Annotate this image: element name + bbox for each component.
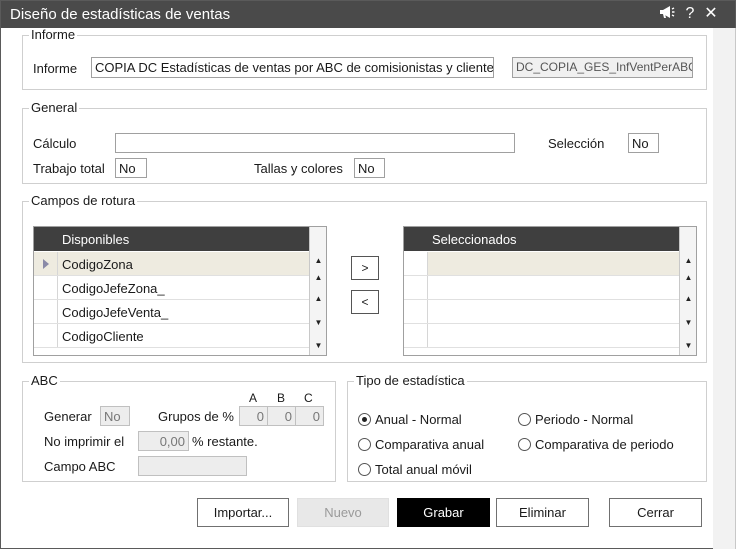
row-selector (404, 276, 428, 299)
anual-normal-label[interactable]: Anual - Normal (375, 412, 462, 427)
cerrar-button[interactable]: Cerrar (609, 498, 702, 527)
seleccion-label: Selección (548, 136, 605, 151)
row-selector (34, 324, 58, 347)
campos-rotura-legend: Campos de rotura (29, 193, 138, 208)
help-icon[interactable]: ? (680, 4, 700, 24)
grupo-c-header: C (304, 391, 313, 405)
seleccionados-scrollbar[interactable]: ▲ ▲ ▲ ▼ ▼ (679, 227, 696, 355)
dialog-window: Diseño de estadísticas de ventas ? ✕ Inf… (0, 0, 736, 549)
megaphone-icon[interactable] (657, 4, 677, 24)
restante-label: % restante. (192, 434, 258, 449)
periodo-normal-label[interactable]: Periodo - Normal (535, 412, 633, 427)
tipo-estadistica-legend: Tipo de estadística (354, 373, 467, 388)
comparativa-anual-radio[interactable] (358, 438, 371, 451)
row-pointer-icon (43, 259, 49, 269)
informe-name-field[interactable]: COPIA DC Estadísticas de ventas por ABC … (91, 57, 494, 78)
list-item-label: CodigoZona (62, 257, 133, 272)
trabajo-total-field[interactable]: No (115, 158, 147, 178)
list-item[interactable] (404, 276, 679, 300)
informe-legend: Informe (29, 27, 78, 42)
scroll-up-icon[interactable]: ▲ (681, 292, 696, 305)
list-item-label: CodigoCliente (62, 329, 144, 344)
trabajo-total-label: Trabajo total (33, 161, 105, 176)
row-selector (404, 252, 428, 275)
list-item[interactable]: CodigoJefeZona_ (34, 276, 309, 300)
campo-abc-field[interactable] (138, 456, 247, 476)
list-item[interactable] (404, 324, 679, 348)
no-imprimir-field[interactable]: 0,00 (138, 431, 189, 451)
disponibles-header-label: Disponibles (62, 232, 130, 247)
scroll-up-icon[interactable]: ▲ (311, 292, 326, 305)
remove-field-button[interactable]: < (351, 290, 379, 314)
scroll-top-icon[interactable]: ▲ (681, 254, 696, 267)
disponibles-grid: Disponibles CodigoZona CodigoJefeZona_ C… (33, 226, 327, 356)
total-anual-movil-radio[interactable] (358, 463, 371, 476)
grupos-label: Grupos de % (158, 409, 234, 424)
tallas-colores-field[interactable]: No (354, 158, 385, 178)
row-selector (404, 300, 428, 323)
grupo-c-field[interactable]: 0 (295, 406, 324, 426)
list-item-label: CodigoJefeVenta_ (62, 305, 169, 320)
scroll-down-icon[interactable]: ▼ (311, 316, 326, 329)
generar-field[interactable]: No (100, 406, 130, 426)
list-item[interactable] (404, 252, 679, 276)
periodo-normal-radio[interactable] (518, 413, 531, 426)
row-selector (34, 276, 58, 299)
seleccion-field[interactable]: No (628, 133, 659, 153)
grupo-b-header: B (277, 391, 286, 405)
comparativa-periodo-label[interactable]: Comparativa de periodo (535, 437, 674, 452)
tallas-colores-label: Tallas y colores (254, 161, 343, 176)
informe-code-field[interactable]: DC_COPIA_GES_InfVentPerABC (512, 57, 693, 78)
grabar-button[interactable]: Grabar (397, 498, 490, 527)
add-field-button[interactable]: > (351, 256, 379, 280)
scroll-bottom-icon[interactable]: ▼ (681, 339, 696, 352)
total-anual-movil-label[interactable]: Total anual móvil (375, 462, 472, 477)
title-bar: Diseño de estadísticas de ventas ? ✕ (1, 1, 735, 28)
anual-normal-radio[interactable] (358, 413, 371, 426)
calculo-label: Cálculo (33, 136, 77, 151)
row-selector (404, 324, 428, 347)
row-selector (34, 300, 58, 323)
row-selector (34, 252, 58, 275)
comparativa-anual-label[interactable]: Comparativa anual (375, 437, 484, 452)
disponibles-header: Disponibles (34, 227, 309, 251)
scroll-bottom-icon[interactable]: ▼ (311, 339, 326, 352)
grupo-a-field[interactable]: 0 (239, 406, 268, 426)
eliminar-button[interactable]: Eliminar (496, 498, 589, 527)
comparativa-periodo-radio[interactable] (518, 438, 531, 451)
seleccionados-grid: Seleccionados ▲ ▲ ▲ ▼ ▼ (403, 226, 697, 356)
importar-button[interactable]: Importar... (197, 498, 289, 527)
list-item[interactable]: CodigoZona (34, 252, 309, 276)
grupo-a-header: A (249, 391, 258, 405)
list-item[interactable] (404, 300, 679, 324)
general-legend: General (29, 100, 80, 115)
scroll-down-icon[interactable]: ▼ (681, 316, 696, 329)
no-imprimir-label: No imprimir el (44, 434, 125, 449)
close-icon[interactable]: ✕ (701, 4, 721, 24)
list-item[interactable]: CodigoCliente (34, 324, 309, 348)
calculo-field[interactable] (115, 133, 515, 153)
campo-abc-label: Campo ABC (44, 459, 116, 474)
scroll-up-icon[interactable]: ▲ (681, 271, 696, 284)
background-sheet (713, 28, 735, 549)
grupo-b-field[interactable]: 0 (267, 406, 296, 426)
list-item-label: CodigoJefeZona_ (62, 281, 165, 296)
scroll-top-icon[interactable]: ▲ (311, 254, 326, 267)
seleccionados-header-label: Seleccionados (432, 232, 517, 247)
generar-label: Generar (44, 409, 92, 424)
seleccionados-header: Seleccionados (404, 227, 679, 251)
window-title: Diseño de estadísticas de ventas (10, 6, 231, 23)
abc-legend: ABC (29, 373, 60, 388)
informe-label: Informe (33, 61, 78, 76)
nuevo-button[interactable]: Nuevo (297, 498, 389, 527)
disponibles-scrollbar[interactable]: ▲ ▲ ▲ ▼ ▼ (309, 227, 326, 355)
list-item[interactable]: CodigoJefeVenta_ (34, 300, 309, 324)
scroll-up-icon[interactable]: ▲ (311, 271, 326, 284)
